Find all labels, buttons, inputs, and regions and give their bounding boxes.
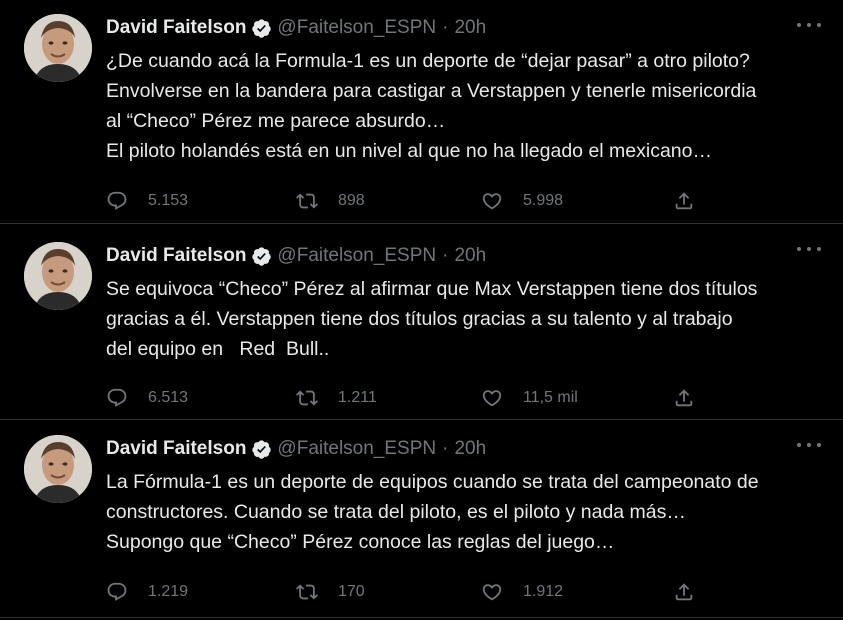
tweet-text-line: Envolverse en la bandera para castigar a… [106,80,757,102]
author-handle[interactable]: @Faitelson_ESPN [277,245,436,267]
more-options-dot [807,23,811,27]
tweet-text-line: gracias a él. Verstappen tiene dos títul… [106,308,733,330]
tweet-text: Se equivoca “Checo” Pérez al afirmar que… [106,274,823,364]
reply-icon [107,582,127,601]
verified-badge-icon [252,439,272,459]
tweet-text-line: ¿De cuando acá la Formula-1 es un deport… [106,50,750,72]
avatar[interactable] [24,242,92,310]
more-options-dot [807,247,811,251]
more-options-dot [807,443,811,447]
tweet[interactable]: David Faitelson @Faitelson_ESPN · 20h Se… [0,224,843,420]
tweet[interactable]: David Faitelson @Faitelson_ESPN · 20h La… [0,420,843,618]
heart-icon [482,584,502,601]
reply-button[interactable]: 6.513 [106,387,296,409]
tweet-actions: 5.153 898 5.998 [106,189,823,213]
tweet-text-line: al “Checo” Pérez me parece absurdo… [106,110,446,132]
more-options-dot [817,443,821,447]
like-button[interactable]: 11,5 mil [481,387,673,409]
retweet-button[interactable]: 170 [296,581,481,603]
author-name[interactable]: David Faitelson [106,17,246,39]
timestamp[interactable]: 20h [454,438,486,460]
avatar[interactable] [24,14,92,82]
tweet-feed: David Faitelson @Faitelson_ESPN · 20h ¿D… [0,0,843,620]
retweet-count: 898 [338,192,365,209]
reply-count: 6.513 [148,389,189,406]
share-button[interactable] [673,581,695,603]
like-button[interactable]: 5.998 [481,190,673,212]
tweet-actions: 1.219 170 1.912 [106,580,823,604]
more-options-dot [817,247,821,251]
avatar[interactable] [24,435,92,503]
share-button[interactable] [673,387,695,409]
like-count: 11,5 mil [523,389,578,406]
tweet-text-line: del equipo en Red Bull.. [106,338,330,360]
tweet-text: ¿De cuando acá la Formula-1 es un deport… [106,46,823,166]
more-options-icon [797,247,801,251]
reply-button[interactable]: 5.153 [106,190,296,212]
tweet-text-line: Supongo que “Checo” Pérez conoce las reg… [106,531,615,553]
separator: · [442,17,449,38]
more-options-button[interactable] [797,440,821,450]
tweet-text-line: La Fórmula-1 es un deporte de equipos cu… [106,471,759,493]
like-count: 1.912 [523,583,564,600]
author-handle[interactable]: @Faitelson_ESPN [277,17,436,39]
like-count: 5.998 [523,192,564,209]
separator: · [442,438,449,459]
tweet-text-line: El piloto holandés está en un nivel al q… [106,140,712,162]
more-options-icon [797,23,801,27]
reply-count: 1.219 [148,583,189,600]
timestamp[interactable]: 20h [454,17,486,39]
share-button[interactable] [673,190,695,212]
tweet-text-line: constructores. Cuando se trata del pilot… [106,501,686,523]
share-icon [675,583,693,601]
retweet-button[interactable]: 1.211 [296,387,481,409]
tweet[interactable]: David Faitelson @Faitelson_ESPN · 20h ¿D… [0,0,843,224]
tweet-actions: 6.513 1.211 11,5 mil [106,386,823,410]
heart-icon [482,390,502,407]
retweet-count: 1.211 [338,389,377,406]
author-handle[interactable]: @Faitelson_ESPN [277,438,436,460]
tweet-text: La Fórmula-1 es un deporte de equipos cu… [106,467,823,557]
reply-icon [107,388,127,407]
timestamp[interactable]: 20h [454,245,486,267]
reply-icon [107,191,127,210]
more-options-button[interactable] [797,20,821,30]
retweet-count: 170 [338,583,365,600]
like-button[interactable]: 1.912 [481,581,673,603]
author-name[interactable]: David Faitelson [106,438,246,460]
share-icon [675,389,693,407]
verified-badge-icon [252,246,272,266]
heart-icon [482,193,502,210]
separator: · [442,245,449,266]
retweet-icon [296,390,318,406]
more-options-button[interactable] [797,244,821,254]
more-options-icon [797,443,801,447]
verified-badge-icon [252,18,272,38]
more-options-dot [817,23,821,27]
retweet-icon [296,193,318,209]
retweet-button[interactable]: 898 [296,190,481,212]
author-name[interactable]: David Faitelson [106,245,246,267]
reply-button[interactable]: 1.219 [106,581,296,603]
retweet-icon [296,584,318,600]
share-icon [675,192,693,210]
reply-count: 5.153 [148,192,189,209]
tweet-text-line: Se equivoca “Checo” Pérez al afirmar que… [106,278,758,300]
